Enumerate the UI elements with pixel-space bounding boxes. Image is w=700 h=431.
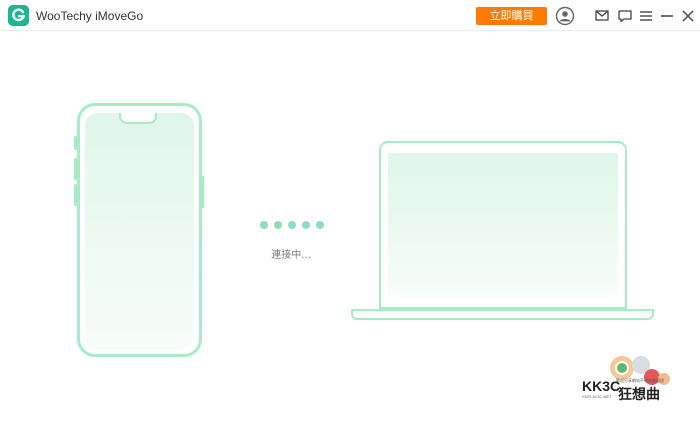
phone-screen — [85, 113, 194, 349]
watermark-circle — [615, 361, 629, 375]
title-bar: WooTechy iMoveGo 立即購買 — [0, 0, 700, 31]
menu-icon[interactable] — [638, 6, 654, 26]
phone-notch — [119, 113, 157, 124]
close-icon[interactable] — [680, 6, 696, 26]
app-logo-icon — [8, 5, 29, 26]
watermark-name: 狂想曲 — [618, 386, 660, 402]
laptop-base — [351, 309, 654, 320]
source-phone-illustration — [77, 103, 202, 357]
connection-status-text: 連接中... — [271, 250, 311, 261]
watermark-tagline: 歡迎分享網站不做商業用途 — [616, 378, 664, 383]
app-window: WooTechy iMoveGo 立即購買 連接中... KK3C 狂想曲 歡迎… — [0, 0, 700, 431]
watermark-brand: KK3C — [582, 378, 621, 394]
progress-dot — [260, 221, 268, 229]
watermark-url: KKPLAY3C.NET — [582, 394, 612, 399]
minimize-icon[interactable] — [659, 6, 675, 26]
account-icon[interactable] — [555, 6, 575, 26]
progress-dot — [302, 221, 310, 229]
buy-now-button[interactable]: 立即購買 — [476, 7, 547, 25]
mail-icon[interactable] — [594, 6, 610, 26]
progress-dot — [288, 221, 296, 229]
laptop-screen — [388, 153, 618, 297]
connecting-indicator — [258, 221, 328, 229]
progress-dot — [316, 221, 324, 229]
app-title: WooTechy iMoveGo — [36, 9, 144, 23]
watermark-logo: KK3C 狂想曲 歡迎分享網站不做商業用途 KKPLAY3C.NET — [578, 352, 696, 404]
feedback-icon[interactable] — [617, 6, 633, 26]
progress-dot — [274, 221, 282, 229]
target-laptop-illustration — [379, 141, 627, 309]
